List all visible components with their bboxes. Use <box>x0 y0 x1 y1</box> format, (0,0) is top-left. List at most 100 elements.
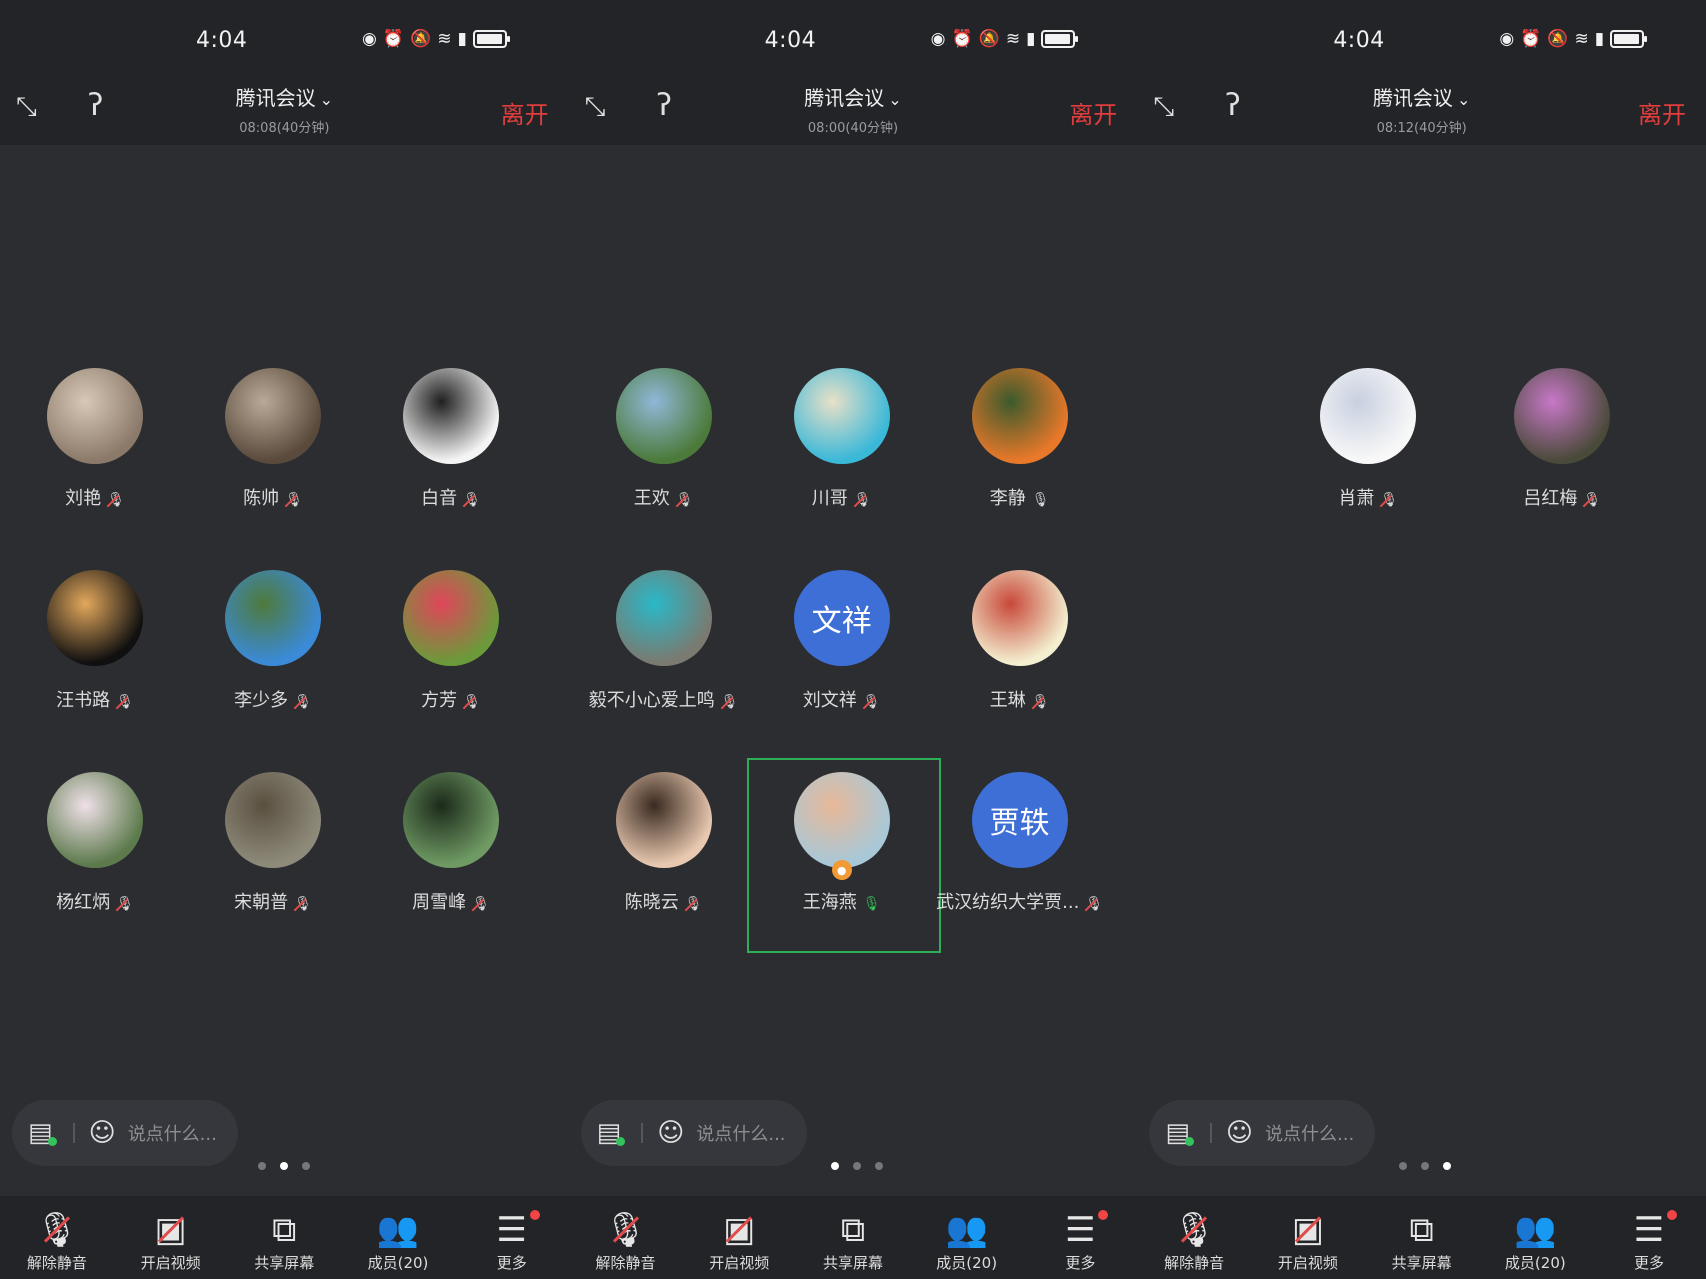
more-button-label: 更多 <box>496 1254 527 1272</box>
participant-tile[interactable]: 李少多 🎙 <box>178 570 368 712</box>
video-off-icon[interactable]: ▣ <box>1258 1210 1358 1250</box>
emoji-icon[interactable]: ☺ <box>657 1118 684 1148</box>
meeting-title[interactable]: 腾讯会议 ⌄ 08:00(40分钟) <box>569 82 1138 136</box>
chat-input-pill[interactable]: ▤ ☺ 说点什么... <box>580 1100 807 1166</box>
participant-tile[interactable]: 陈帅 🎙 <box>178 368 368 510</box>
start-video-button[interactable]: ▣ 开启视频 <box>121 1196 221 1279</box>
more-menu-icon[interactable]: ☰ <box>1030 1210 1130 1250</box>
meeting-title[interactable]: 腾讯会议 ⌄ 08:12(40分钟) <box>1137 82 1706 136</box>
status-time: 4:04 <box>196 28 248 53</box>
chat-placeholder[interactable]: 说点什么... <box>128 1120 217 1146</box>
chevron-down-icon[interactable]: ⌄ <box>320 90 333 109</box>
more-menu-icon[interactable]: ☰ <box>462 1210 562 1250</box>
participant-name-row: 刘文祥 🎙 <box>747 686 937 712</box>
share-screen-button[interactable]: ⧉ 共享屏幕 <box>803 1196 903 1279</box>
participant-name-row: 李少多 🎙 <box>178 686 368 712</box>
emoji-icon[interactable]: ☺ <box>1226 1118 1253 1148</box>
mic-muted-icon[interactable]: 🎙 <box>576 1210 676 1250</box>
participant-tile[interactable]: 宋朝普 🎙 <box>178 772 368 914</box>
share-screen-button-label: 共享屏幕 <box>254 1254 315 1272</box>
participant-tile[interactable]: 李静 🎙 <box>925 368 1115 510</box>
chevron-down-icon[interactable]: ⌄ <box>888 90 901 109</box>
avatar <box>793 368 890 464</box>
participant-tile[interactable]: 吕红梅 🎙 <box>1467 368 1657 510</box>
participant-tile[interactable]: 王琳 🎙 <box>925 570 1115 712</box>
members-button[interactable]: 👥 成员(20) <box>917 1196 1017 1279</box>
members-button-label: 成员(20) <box>936 1254 998 1272</box>
share-screen-button[interactable]: ⧉ 共享屏幕 <box>234 1196 334 1279</box>
participant-tile[interactable]: 文祥刘文祥 🎙 <box>747 570 937 712</box>
meeting-name[interactable]: 腾讯会议 <box>236 86 316 110</box>
divider <box>1209 1123 1212 1143</box>
participant-name-row: 王琳 🎙 <box>925 686 1115 712</box>
participant-tile[interactable]: 方芳 🎙 <box>356 570 546 712</box>
participant-name-row: 毅不小心爱上鸣 🎙 <box>569 686 759 712</box>
members-icon[interactable]: 👥 <box>917 1210 1017 1250</box>
chat-list-icon[interactable]: ▤ <box>28 1118 57 1148</box>
leave-button[interactable]: 离开 <box>1069 95 1117 130</box>
start-video-button[interactable]: ▣ 开启视频 <box>689 1196 789 1279</box>
participant-tile[interactable]: 川哥 🎙 <box>747 368 937 510</box>
participant-tile[interactable]: 刘艳 🎙 <box>0 368 190 510</box>
chevron-down-icon[interactable]: ⌄ <box>1457 90 1470 109</box>
chat-placeholder[interactable]: 说点什么... <box>1265 1120 1354 1146</box>
share-screen-icon[interactable]: ⧉ <box>1372 1210 1472 1250</box>
participant-tile[interactable]: 毅不小心爱上鸣 🎙 <box>569 570 759 712</box>
avatar: 文祥 <box>793 570 890 666</box>
mic-muted-icon: 🎙 <box>1380 492 1399 508</box>
members-icon[interactable]: 👥 <box>348 1210 448 1250</box>
page-dot <box>874 1162 883 1170</box>
meeting-screen-2: 4:04 ◉ ⏰ 🔕 ≋ ▮ ⤡ ʔ 腾讯会议 ⌄ 08:00(40分钟) 离开 王欢 🎙 川哥 🎙 李静 🎙 毅不… <box>568 0 1138 1279</box>
members-button-label: 成员(20) <box>1504 1254 1566 1272</box>
participant-name-row: 陈晓云 🎙 <box>569 888 759 914</box>
unmute-button[interactable]: 🎙 解除静音 <box>1144 1196 1244 1279</box>
start-video-button[interactable]: ▣ 开启视频 <box>1258 1196 1358 1279</box>
more-button[interactable]: ☰ 更多 <box>1030 1196 1130 1279</box>
participant-tile[interactable]: 肖萧 🎙 <box>1273 368 1463 510</box>
emoji-icon[interactable]: ☺ <box>89 1118 116 1148</box>
members-button-label: 成员(20) <box>367 1254 429 1272</box>
page-dot <box>302 1162 310 1170</box>
more-button[interactable]: ☰ 更多 <box>462 1196 562 1279</box>
meeting-title[interactable]: 腾讯会议 ⌄ 08:08(40分钟) <box>0 82 569 136</box>
chat-list-icon[interactable]: ▤ <box>1165 1118 1194 1148</box>
video-off-icon[interactable]: ▣ <box>121 1210 221 1250</box>
participant-tile[interactable]: 王欢 🎙 <box>569 368 759 510</box>
chat-input-pill[interactable]: ▤ ☺ 说点什么... <box>1149 1100 1376 1166</box>
participant-name: 王欢 <box>633 488 670 509</box>
participant-tile[interactable]: 周雪峰 🎙 <box>356 772 546 914</box>
page-dot <box>1399 1162 1408 1170</box>
share-screen-icon[interactable]: ⧉ <box>234 1210 334 1250</box>
mic-muted-icon: 🎙 <box>684 896 703 912</box>
participant-tile[interactable]: 杨红炳 🎙 <box>0 772 190 914</box>
mic-muted-icon[interactable]: 🎙 <box>7 1210 107 1250</box>
participant-tile[interactable]: 贾轶 武汉纺织大学贾... 🎙 <box>925 772 1115 914</box>
mic-muted-icon: 🎙 <box>107 492 125 508</box>
page-dot <box>1443 1162 1452 1170</box>
mic-muted-icon: 🎙 <box>720 694 739 710</box>
chat-list-icon[interactable]: ▤ <box>597 1118 625 1148</box>
leave-button[interactable]: 离开 <box>501 95 549 130</box>
more-menu-icon[interactable]: ☰ <box>1599 1210 1699 1250</box>
battery-icon <box>1610 30 1648 48</box>
mic-muted-icon[interactable]: 🎙 <box>1144 1210 1244 1250</box>
chat-placeholder[interactable]: 说点什么... <box>696 1120 785 1146</box>
members-button[interactable]: 👥 成员(20) <box>1485 1196 1585 1279</box>
meeting-name[interactable]: 腾讯会议 <box>804 86 884 110</box>
video-off-icon[interactable]: ▣ <box>689 1210 789 1250</box>
leave-button[interactable]: 离开 <box>1638 95 1686 130</box>
chat-input-pill[interactable]: ▤ ☺ 说点什么... <box>12 1100 238 1166</box>
unmute-button[interactable]: 🎙 解除静音 <box>7 1196 107 1279</box>
meeting-name[interactable]: 腾讯会议 <box>1373 86 1453 110</box>
share-screen-button[interactable]: ⧉ 共享屏幕 <box>1372 1196 1472 1279</box>
members-icon[interactable]: 👥 <box>1485 1210 1585 1250</box>
participant-tile[interactable]: 汪书路 🎙 <box>0 570 190 712</box>
participant-tile[interactable]: 白音 🎙 <box>356 368 546 510</box>
unmute-button[interactable]: 🎙 解除静音 <box>576 1196 676 1279</box>
members-button[interactable]: 👥 成员(20) <box>348 1196 448 1279</box>
signal-icon: ▮ <box>457 29 467 49</box>
participant-tile[interactable]: 陈晓云 🎙 <box>569 772 759 914</box>
share-screen-icon[interactable]: ⧉ <box>803 1210 903 1250</box>
participant-name: 陈晓云 <box>624 892 679 913</box>
more-button[interactable]: ☰ 更多 <box>1599 1196 1699 1279</box>
